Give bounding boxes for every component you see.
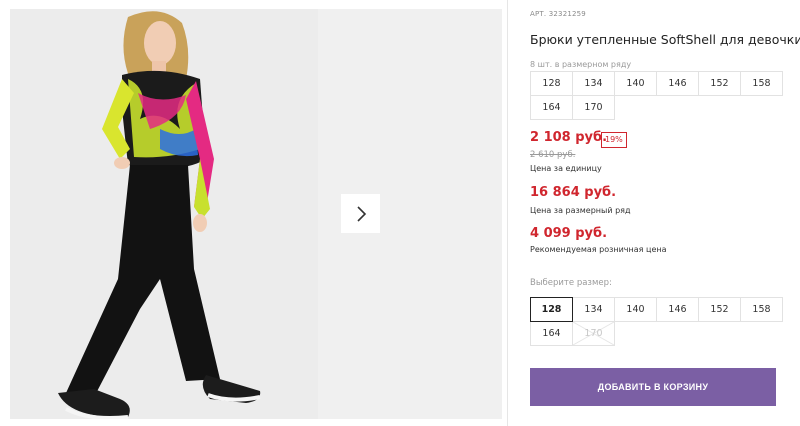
pack-size-cell: 158 xyxy=(740,71,783,96)
pack-note: 8 шт. в размерном ряду xyxy=(530,60,632,69)
product-title: Брюки утепленные SoftShell для девочки xyxy=(530,32,800,47)
next-image-button[interactable] xyxy=(341,194,380,233)
pack-size-cell: 170 xyxy=(572,95,615,120)
size-option-label: 170 xyxy=(584,328,603,339)
pack-price: 16 864 руб. xyxy=(530,185,617,200)
pack-size-cell: 164 xyxy=(530,95,573,120)
size-option-152[interactable]: 152 xyxy=(698,297,741,322)
product-photo[interactable] xyxy=(10,9,318,419)
size-selector-label: Выберите размер: xyxy=(530,278,612,288)
pack-size-cell: 152 xyxy=(698,71,741,96)
article-number: АРТ. 32321259 xyxy=(530,10,586,18)
pack-size-cell: 140 xyxy=(614,71,657,96)
pack-price-caption: Цена за размерный ряд xyxy=(530,206,631,215)
pack-size-cell: 134 xyxy=(572,71,615,96)
old-price: 2 610 руб. xyxy=(530,150,576,160)
size-option-134[interactable]: 134 xyxy=(572,297,615,322)
size-option-128[interactable]: 128 xyxy=(530,297,573,322)
pack-size-cell: 128 xyxy=(530,71,573,96)
chevron-right-icon xyxy=(356,205,366,222)
unit-price: 2 108 руб. xyxy=(530,130,608,145)
size-option-140[interactable]: 140 xyxy=(614,297,657,322)
retail-price: 4 099 руб. xyxy=(530,226,608,241)
panel-divider xyxy=(507,0,508,426)
size-option-158[interactable]: 158 xyxy=(740,297,783,322)
unit-price-caption: Цена за единицу xyxy=(530,164,602,173)
add-to-cart-button[interactable]: ДОБАВИТЬ В КОРЗИНУ xyxy=(530,368,776,406)
product-gallery xyxy=(0,0,502,426)
product-photo-illustration xyxy=(10,9,318,419)
size-option-146[interactable]: 146 xyxy=(656,297,699,322)
size-option-164[interactable]: 164 xyxy=(530,321,573,346)
pack-size-grid: 128 134 140 146 152 158 164 170 xyxy=(530,71,783,120)
retail-price-caption: Рекомендуемая розничная цена xyxy=(530,245,667,254)
size-option-170: 170 xyxy=(572,321,615,346)
pack-size-cell: 146 xyxy=(656,71,699,96)
discount-badge: 19% xyxy=(601,132,627,148)
size-selector: 128 134 140 146 152 158 164 170 xyxy=(530,297,783,346)
